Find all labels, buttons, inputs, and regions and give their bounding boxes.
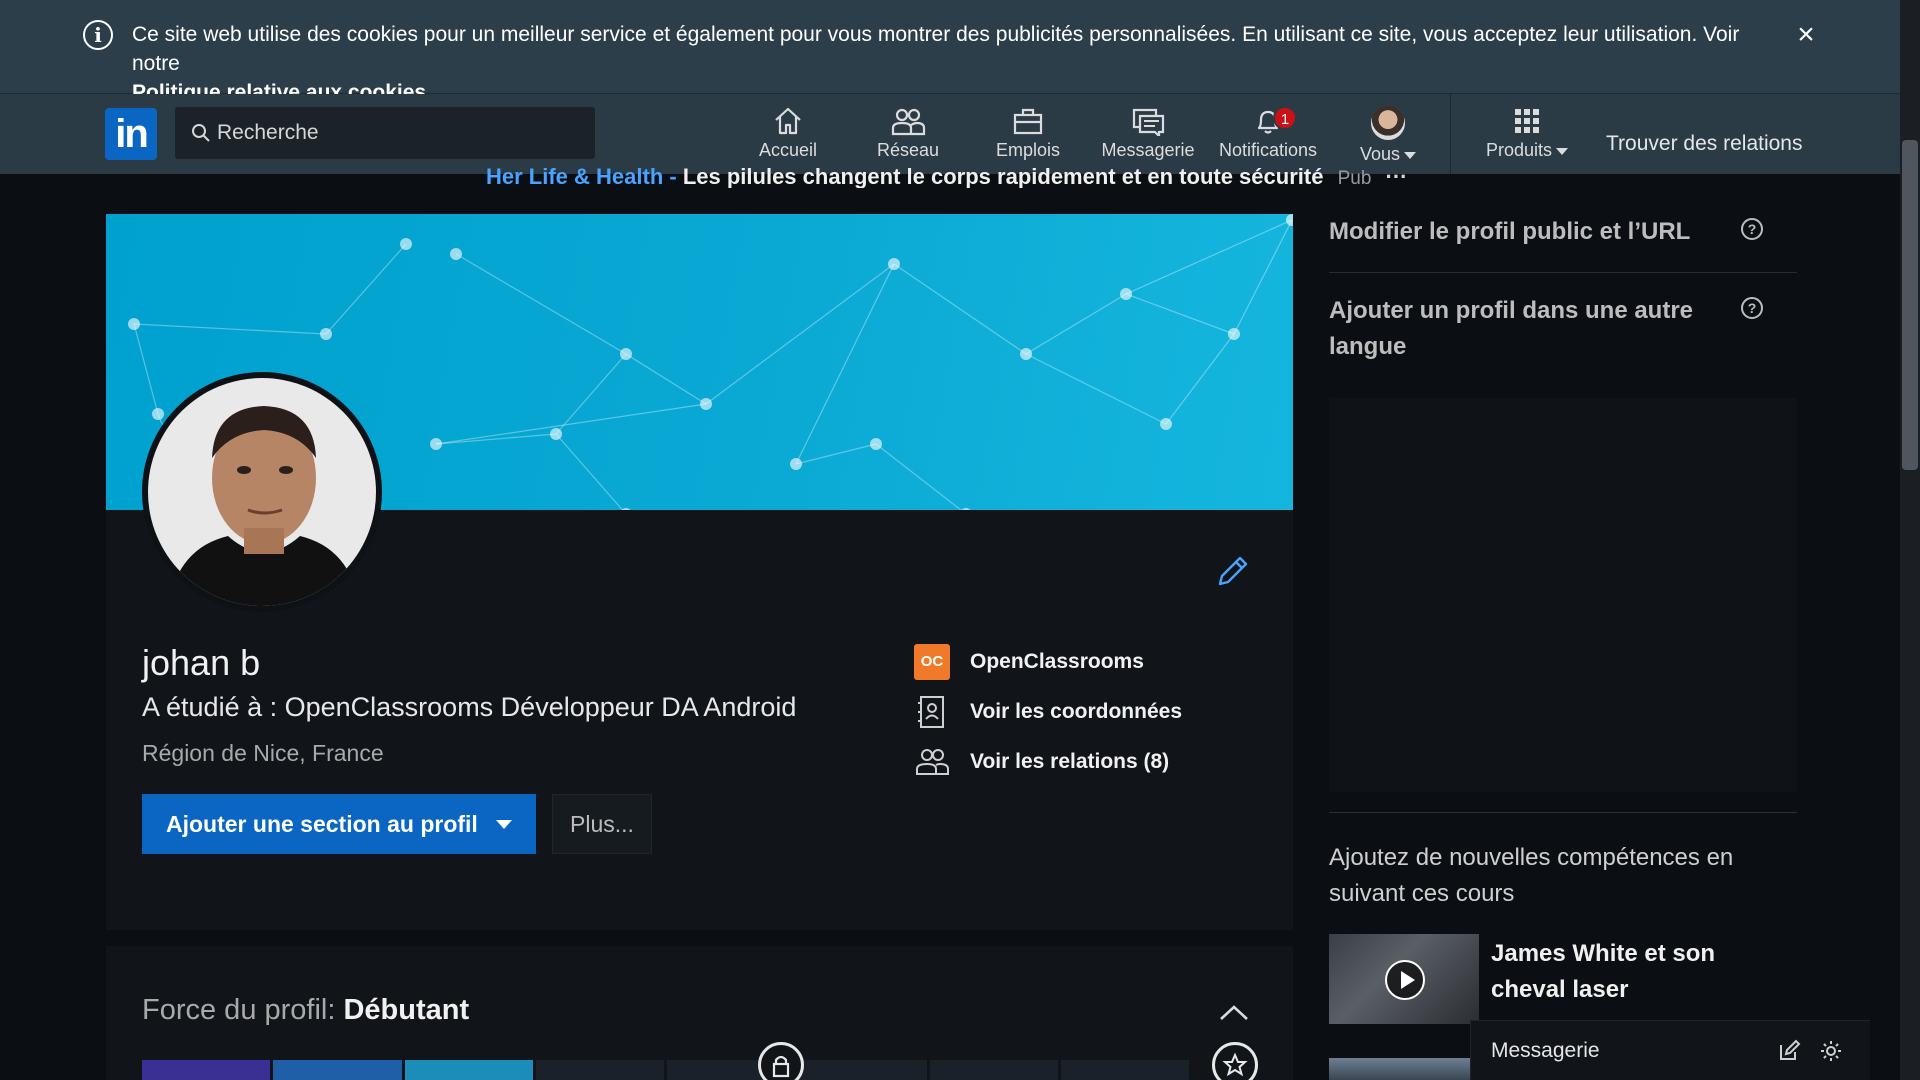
- nav-me-label: Vous: [1333, 144, 1443, 165]
- gear-icon[interactable]: [1819, 1039, 1843, 1063]
- education-link-label: OpenClassrooms: [970, 650, 1144, 673]
- add-profile-section-button[interactable]: Ajouter une section au profil: [142, 794, 536, 854]
- profile-strength-label: Force du profil:: [142, 994, 336, 1026]
- profile-headline: A étudié à : OpenClassrooms Développeur …: [142, 692, 797, 722]
- contact-card-icon: [918, 696, 944, 728]
- profile-strength-title: Force du profil: Débutant: [142, 994, 469, 1027]
- star-icon: [1212, 1042, 1258, 1080]
- scrollbar-thumb[interactable]: [1902, 140, 1918, 470]
- messaging-dock-title: Messagerie: [1491, 1039, 1600, 1062]
- profile-strength-card: Force du profil: Débutant: [106, 946, 1293, 1080]
- briefcase-icon: [1013, 108, 1043, 135]
- chevron-up-icon[interactable]: [1218, 1002, 1250, 1022]
- cookie-banner: i Ce site web utilise des cookies pour u…: [0, 0, 1900, 104]
- nav-jobs[interactable]: Emplois: [973, 106, 1083, 170]
- nav-home[interactable]: Accueil: [733, 106, 843, 170]
- nav-divider: [1450, 94, 1451, 174]
- search-placeholder: Recherche: [217, 121, 319, 144]
- meter-segment: [142, 1060, 271, 1080]
- divider: [1329, 272, 1797, 273]
- profile-photo-image: [148, 378, 376, 606]
- notification-badge: 1: [1273, 106, 1297, 130]
- linkedin-logo[interactable]: in: [105, 108, 157, 160]
- grid-icon: [1515, 109, 1539, 133]
- meter-segment: [404, 1060, 533, 1080]
- messaging-dock[interactable]: Messagerie: [1470, 1020, 1870, 1080]
- profile-card: johan b A étudié à : OpenClassrooms Déve…: [106, 214, 1293, 930]
- chevron-down-icon: [496, 820, 512, 829]
- add-language-profile-label: Ajouter un profil dans une autre langue: [1329, 297, 1694, 360]
- edit-public-profile-link[interactable]: Modifier le profil public et l’URL ?: [1329, 214, 1797, 250]
- find-connections-link[interactable]: Trouver des relations: [1606, 132, 1802, 156]
- course-thumbnail[interactable]: [1329, 1058, 1479, 1080]
- nav-messaging-label: Messagerie: [1101, 140, 1195, 160]
- lock-icon: [758, 1042, 804, 1080]
- help-icon[interactable]: ?: [1741, 297, 1763, 319]
- add-language-profile-link[interactable]: Ajouter un profil dans une autre langue …: [1329, 293, 1763, 365]
- course-title[interactable]: James White et son cheval laser: [1491, 936, 1791, 1008]
- info-icon: i: [83, 20, 113, 50]
- top-navbar: in Recherche Accueil Réseau Emplois Mess…: [0, 94, 1900, 174]
- nav-products[interactable]: Produits: [1472, 106, 1582, 170]
- help-icon[interactable]: ?: [1741, 218, 1763, 240]
- nav-network[interactable]: Réseau: [853, 106, 963, 170]
- meter-segment: [798, 1060, 927, 1080]
- messaging-icon: [1132, 108, 1165, 136]
- chevron-down-icon: [1556, 147, 1569, 155]
- learning-heading: Ajoutez de nouvelles compétences en suiv…: [1329, 844, 1734, 907]
- ad-placeholder: [1329, 398, 1797, 792]
- page: i Ce site web utilise des cookies pour u…: [0, 0, 1920, 1080]
- nav-network-label: Réseau: [876, 140, 940, 160]
- home-icon: [775, 107, 801, 135]
- right-sidebar: Modifier le profil public et l’URL ? Ajo…: [1329, 214, 1797, 365]
- pencil-icon[interactable]: [1214, 554, 1250, 590]
- search-input[interactable]: Recherche: [175, 107, 595, 159]
- search-icon: [192, 124, 210, 142]
- nav-home-label: Accueil: [758, 140, 818, 160]
- avatar: [1371, 106, 1405, 140]
- edit-public-profile-label: Modifier le profil public et l’URL: [1329, 218, 1691, 245]
- profile-strength-level: Débutant: [343, 994, 470, 1026]
- compose-icon[interactable]: [1777, 1039, 1801, 1063]
- connections-label: Voir les relations (8): [970, 750, 1170, 773]
- contact-info-label: Voir les coordonnées: [970, 700, 1182, 723]
- ad-text[interactable]: Les pilules changent le corps rapidement…: [683, 164, 1324, 188]
- profile-photo[interactable]: [142, 372, 382, 612]
- nav-messaging[interactable]: Messagerie: [1093, 106, 1203, 170]
- network-icon: [891, 108, 926, 136]
- close-icon[interactable]: ×: [1792, 20, 1820, 50]
- meter-segment: [273, 1060, 402, 1080]
- meter-segment: [535, 1060, 664, 1080]
- meter-segment: [1060, 1060, 1189, 1080]
- cookie-text: Ce site web utilise des cookies pour un …: [132, 23, 1740, 75]
- people-icon: [916, 749, 949, 775]
- openclassrooms-logo: OC: [914, 644, 950, 680]
- add-profile-section-label: Ajouter une section au profil: [166, 810, 478, 837]
- ad-brand[interactable]: Her Life & Health -: [486, 164, 677, 188]
- nav-notifications[interactable]: 1 Notifications: [1213, 106, 1323, 170]
- nav-me[interactable]: Vous: [1333, 106, 1443, 170]
- more-options-icon[interactable]: ···: [1386, 164, 1408, 188]
- ad-pub-label: Pub: [1337, 168, 1372, 188]
- ad-banner[interactable]: Her Life & Health - Les pilules changent…: [486, 164, 1408, 188]
- profile-location: Région de Nice, France: [142, 740, 384, 766]
- nav-jobs-label: Emplois: [995, 140, 1061, 160]
- nav-products-label: Produits: [1472, 140, 1582, 161]
- more-button[interactable]: Plus...: [552, 794, 652, 854]
- meter-segment: [929, 1060, 1058, 1080]
- profile-name: johan b: [142, 642, 261, 683]
- nav-notifications-label: Notifications: [1218, 140, 1318, 160]
- divider: [1329, 812, 1797, 813]
- chevron-down-icon: [1404, 151, 1417, 159]
- course-thumbnail[interactable]: [1329, 934, 1479, 1024]
- play-icon[interactable]: [1385, 960, 1425, 1000]
- profile-strength-meter: [142, 1060, 1192, 1080]
